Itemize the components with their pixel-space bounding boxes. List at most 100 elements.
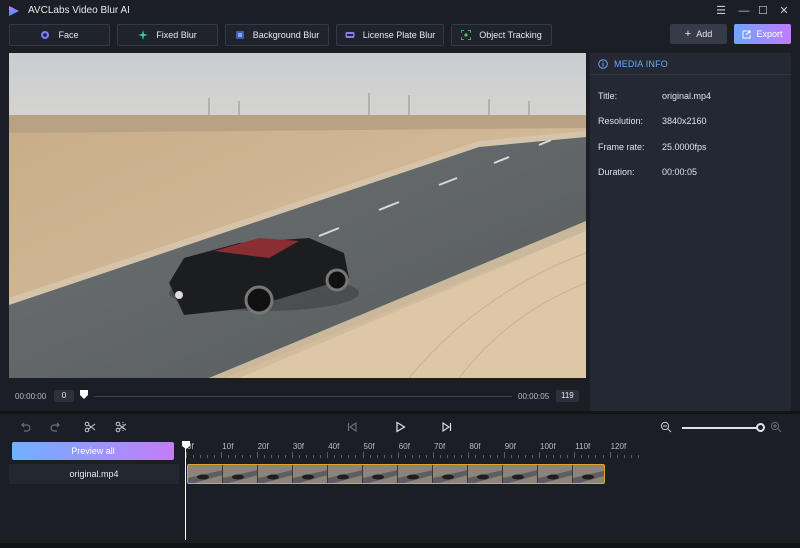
media-info-title: MEDIA INFO	[614, 59, 669, 69]
ruler-tick	[553, 455, 555, 458]
clip-thumbnail	[503, 465, 538, 483]
ruler-tick	[454, 455, 456, 458]
zoom-out-icon[interactable]	[660, 421, 672, 433]
video-clip[interactable]	[187, 464, 605, 484]
ruler-label: 80f	[469, 442, 481, 451]
export-button[interactable]: Export	[734, 24, 791, 44]
ruler-tick	[397, 452, 399, 458]
play-icon[interactable]	[394, 421, 406, 433]
timeline-toolbar	[0, 414, 800, 440]
ruler-tick	[355, 455, 357, 458]
ruler-label: 110f	[575, 442, 591, 451]
ruler-tick	[256, 452, 258, 458]
ruler-tick	[531, 455, 533, 458]
ruler-tick	[200, 455, 202, 458]
ruler-tick	[567, 455, 569, 458]
split-icon[interactable]	[84, 421, 96, 433]
media-info-header: MEDIA INFO	[590, 53, 791, 75]
mode-fixed-blur-button[interactable]: Fixed Blur	[117, 24, 218, 46]
frame-start-field[interactable]: 0	[54, 390, 74, 402]
mode-face-button[interactable]: Face	[9, 24, 110, 46]
preview-all-button[interactable]: Preview all	[12, 442, 174, 460]
ruler-tick	[284, 455, 286, 458]
playhead-handle-icon[interactable]	[182, 441, 190, 449]
add-button[interactable]: + Add	[670, 24, 727, 44]
clip-thumbnail	[363, 465, 398, 483]
ruler-tick	[468, 452, 470, 458]
ruler-tick	[390, 455, 392, 458]
ruler-tick	[369, 455, 371, 458]
timeline-area[interactable]: 0f 10f 20f 30f 40f 50f 60f 70f 80f 90f 100f 110f 120…	[179, 440, 800, 540]
ruler-label: 60f	[398, 442, 410, 451]
ruler-tick	[362, 452, 364, 458]
ruler-tick	[447, 455, 449, 458]
time-start: 00:00:00	[15, 392, 47, 401]
frame-end-field[interactable]: 119	[556, 390, 579, 402]
scrub-track[interactable]	[94, 396, 512, 397]
zoom-slider-handle[interactable]	[756, 423, 765, 432]
minimize-icon[interactable]: —	[737, 4, 751, 18]
mode-background-blur-button[interactable]: Background Blur	[225, 24, 329, 46]
info-key: Title:	[598, 91, 618, 101]
mode-license-plate-button[interactable]: License Plate Blur	[336, 24, 444, 46]
fixed-blur-icon	[138, 30, 149, 40]
mode-face-label: Face	[58, 30, 79, 40]
ruler-tick	[510, 455, 512, 458]
zoom-slider[interactable]	[682, 427, 760, 429]
ruler-tick	[228, 455, 230, 458]
redo-icon[interactable]	[50, 421, 62, 433]
skip-end-icon[interactable]	[441, 421, 453, 433]
ruler-label: 30f	[292, 442, 305, 451]
ruler-tick	[320, 455, 322, 458]
maximize-icon[interactable]: ☐	[756, 4, 770, 18]
skip-start-icon[interactable]	[346, 421, 358, 433]
window-bottom-edge	[0, 543, 800, 548]
export-label: Export	[756, 29, 783, 39]
ruler-label: 70f	[434, 442, 446, 451]
face-icon	[41, 31, 50, 39]
ruler-tick	[348, 455, 350, 458]
ruler-tick	[440, 455, 442, 458]
ruler-tick	[235, 455, 237, 458]
menu-icon[interactable]: ☰	[714, 4, 728, 18]
undo-icon[interactable]	[19, 421, 31, 433]
video-preview[interactable]	[9, 53, 586, 378]
ruler-tick	[376, 455, 378, 458]
ruler-tick	[588, 455, 590, 458]
close-icon[interactable]: ✕	[777, 4, 791, 18]
ruler-tick	[341, 455, 343, 458]
info-key: Resolution:	[598, 116, 644, 126]
media-info-panel: MEDIA INFO Title: original.mp4 Resolutio…	[590, 53, 791, 411]
info-value: original.mp4	[662, 91, 712, 101]
ruler-tick	[411, 455, 413, 458]
cut-icon[interactable]	[115, 421, 127, 433]
ruler-tick	[249, 455, 251, 458]
ruler-label: 10f	[222, 442, 234, 451]
info-icon	[598, 59, 608, 69]
ruler-tick	[461, 455, 463, 458]
ruler-tick	[637, 455, 639, 458]
license-plate-icon	[345, 32, 355, 38]
scrub-handle-icon[interactable]	[80, 390, 88, 399]
zoom-in-icon[interactable]	[770, 421, 782, 433]
ruler-tick	[602, 455, 604, 458]
ruler-tick	[475, 455, 477, 458]
ruler-label: 20f	[257, 442, 269, 451]
clip-thumbnail	[188, 465, 223, 483]
mode-object-tracking-button[interactable]: Object Tracking	[451, 24, 552, 46]
app-logo-icon	[9, 6, 19, 16]
track-row[interactable]: original.mp4	[9, 464, 179, 484]
ruler-tick	[313, 455, 315, 458]
ruler-tick	[193, 455, 195, 458]
ruler-tick	[186, 452, 187, 458]
info-value: 25.0000fps	[662, 142, 707, 152]
timeline-ruler[interactable]: 0f 10f 20f 30f 40f 50f 60f 70f 80f 90f 100f 110f 120…	[179, 440, 800, 460]
time-end: 00:00:05	[518, 392, 550, 401]
clip-thumbnail	[538, 465, 573, 483]
object-tracking-icon	[461, 30, 472, 40]
video-frame-image	[9, 53, 586, 378]
ruler-tick	[270, 455, 272, 458]
info-key: Duration:	[598, 167, 635, 177]
playhead-line[interactable]	[185, 443, 186, 540]
ruler-tick	[517, 455, 519, 458]
